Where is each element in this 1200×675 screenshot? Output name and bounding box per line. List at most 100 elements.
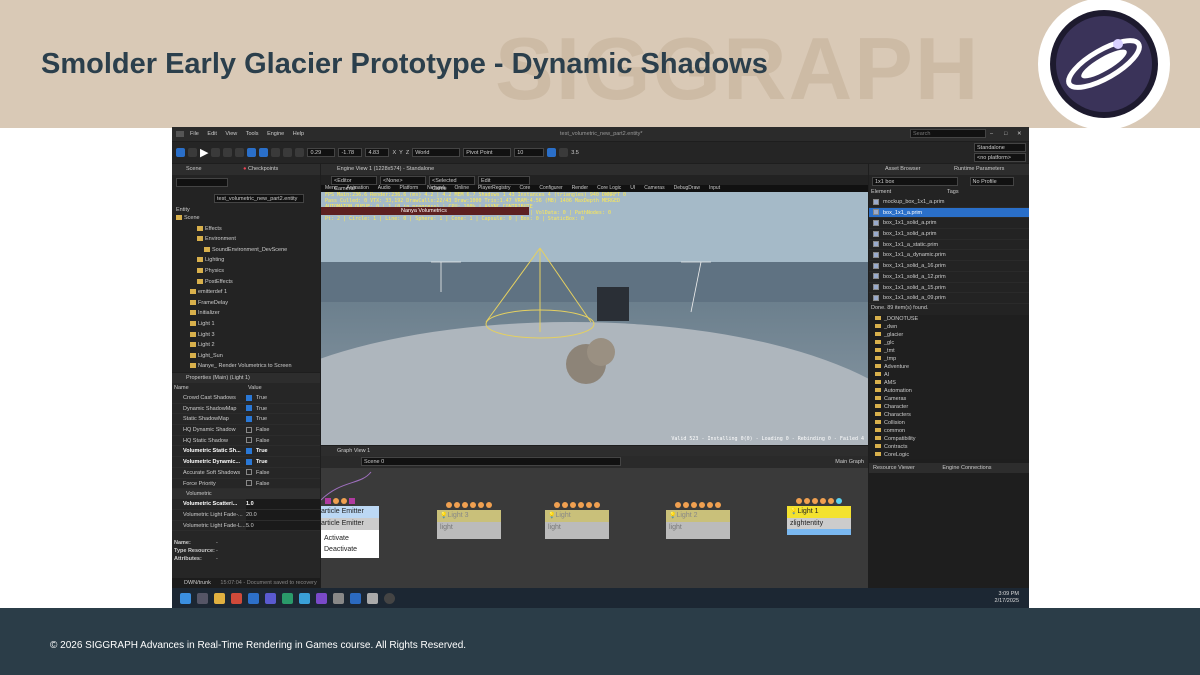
folder-item[interactable]: _glacier	[869, 331, 1029, 339]
tree-item[interactable]: Scene	[172, 213, 320, 224]
asset-item[interactable]: box_1x1_solid_a.prim	[869, 218, 1029, 230]
visual-studio-icon[interactable]	[316, 593, 327, 604]
property-value[interactable]: True	[246, 457, 320, 467]
folder-item[interactable]: AMS	[869, 379, 1029, 387]
debug-menu-item[interactable]: DebugDraw	[674, 185, 700, 191]
folder-item[interactable]: Adventure	[869, 363, 1029, 371]
tree-item[interactable]: PostEffects	[172, 277, 320, 288]
menu-engine[interactable]: Engine	[267, 131, 284, 137]
asset-item[interactable]: box_1x1_solid_a.prim	[869, 229, 1029, 240]
refresh-icon[interactable]	[235, 148, 245, 157]
step-icon[interactable]	[223, 148, 233, 157]
menu-file[interactable]: File	[190, 131, 199, 137]
editor-app-icon[interactable]	[367, 593, 378, 604]
debug-menu-item[interactable]: Core Logic	[597, 185, 621, 191]
asset-item[interactable]: box_1x1_a_static.prim	[869, 240, 1029, 251]
debug-menu-item[interactable]: Menu	[325, 185, 338, 191]
menu-view[interactable]: View	[225, 131, 237, 137]
entity-file-select[interactable]: test_volumetric_new_part2.entity	[214, 194, 304, 203]
folder-item[interactable]: _glc	[869, 339, 1029, 347]
folder-item[interactable]: _dwn	[869, 323, 1029, 331]
pivot-select[interactable]: Pivot Point	[463, 148, 512, 157]
scene-render[interactable]: FPS Main:236.6 Render:236.6 (ms) 4.2 | 4…	[321, 192, 868, 445]
graph-breadcrumb[interactable]: Scene 0	[361, 457, 621, 466]
property-value[interactable]: True	[246, 393, 320, 403]
outlook-icon[interactable]	[248, 593, 259, 604]
maximize-icon[interactable]: □	[1004, 127, 1007, 141]
tab-asset-browser[interactable]: Asset Browser	[885, 166, 920, 172]
debug-menu-item[interactable]: Network	[427, 185, 445, 191]
search-icon[interactable]	[197, 593, 208, 604]
folder-item[interactable]: _DONOTUSE	[869, 315, 1029, 323]
folder-item[interactable]: Characters	[869, 411, 1029, 419]
property-value[interactable]: True	[246, 414, 320, 424]
menu-edit[interactable]: Edit	[207, 131, 216, 137]
checkbox-icon[interactable]	[246, 480, 252, 487]
property-value[interactable]: False	[246, 479, 320, 489]
profile-select[interactable]: No Profile	[969, 177, 1014, 186]
select-icon[interactable]	[247, 148, 257, 157]
light-node[interactable]: 💡Light 1 zlightentity	[787, 498, 851, 535]
chrome-icon[interactable]	[231, 593, 242, 604]
tree-item[interactable]: Light 1	[172, 319, 320, 330]
camera-icon[interactable]	[559, 148, 569, 157]
debug-menu-item[interactable]: Online	[455, 185, 469, 191]
pos-y-field[interactable]: -1.78	[338, 148, 363, 157]
tree-item[interactable]: Environment	[172, 234, 320, 245]
debug-menu-item[interactable]: PlayerRegistry	[478, 185, 511, 191]
debug-menu-item[interactable]: Audio	[378, 185, 391, 191]
deactivate-port[interactable]: Deactivate	[324, 544, 376, 555]
tree-item[interactable]: Light_Sun	[172, 351, 320, 362]
debug-menu-item[interactable]: UI	[630, 185, 635, 191]
property-value[interactable]: True	[246, 446, 320, 456]
platform-select-2[interactable]: <no platform>	[974, 153, 1026, 162]
play-icon[interactable]: ▶	[200, 146, 208, 159]
checkbox-icon[interactable]	[246, 437, 252, 444]
space-select[interactable]: World	[412, 148, 461, 157]
axis-z[interactable]: Z	[406, 150, 409, 156]
property-value[interactable]: False	[246, 425, 320, 435]
tab-scene[interactable]: Scene	[186, 166, 202, 172]
debug-menu-item[interactable]: Platform	[400, 185, 419, 191]
notepad-icon[interactable]	[333, 593, 344, 604]
folder-item[interactable]: _tmp	[869, 355, 1029, 363]
checkbox-icon[interactable]	[246, 405, 252, 412]
scene-filter-input[interactable]	[176, 178, 228, 187]
tab-engine-connections[interactable]: Engine Connections	[942, 465, 991, 471]
folder-item[interactable]: CoreLogic	[869, 451, 1029, 459]
menu-tools[interactable]: Tools	[246, 131, 259, 137]
grid-icon[interactable]	[547, 148, 557, 157]
pos-z-field[interactable]: 4.83	[365, 148, 390, 157]
property-value-field[interactable]: 5.0	[246, 520, 320, 531]
pos-x-field[interactable]: 0.29	[307, 148, 336, 157]
rotate-icon[interactable]	[271, 148, 281, 157]
light-node[interactable]: 💡Light 3 light	[437, 502, 501, 539]
light-node[interactable]: 💡Light 2 light	[666, 502, 730, 539]
platform-select[interactable]: Standalone	[974, 143, 1026, 152]
tree-item[interactable]: emitterdef 1	[172, 287, 320, 298]
debug-menu-item[interactable]: Input	[709, 185, 720, 191]
close-icon[interactable]: ✕	[1017, 127, 1022, 141]
section-volumetric[interactable]: Volumetric	[172, 489, 320, 500]
asset-item[interactable]: box_1x1_solid_a_12.prim	[869, 272, 1029, 283]
folder-item[interactable]: Contracts	[869, 443, 1029, 451]
app-icon-blue[interactable]	[299, 593, 310, 604]
word-icon[interactable]	[350, 593, 361, 604]
checkbox-icon[interactable]	[246, 394, 252, 401]
checkbox-icon[interactable]	[246, 469, 252, 476]
minimize-icon[interactable]: –	[990, 127, 993, 141]
scale-icon[interactable]	[283, 148, 293, 157]
property-value[interactable]: True	[246, 404, 320, 414]
tree-item[interactable]: FrameDelay	[172, 298, 320, 309]
property-value-field[interactable]: 20.0	[246, 509, 320, 520]
debug-menu-item[interactable]: Render	[572, 185, 588, 191]
property-value-field[interactable]: 1.0	[246, 499, 320, 509]
property-value[interactable]: False	[246, 468, 320, 478]
clock-app-icon[interactable]	[384, 593, 395, 604]
folder-item[interactable]: Collision	[869, 419, 1029, 427]
folder-item[interactable]: common	[869, 427, 1029, 435]
volumetrics-popup[interactable]: Nanya Volumetrics	[321, 207, 529, 215]
move-icon[interactable]	[259, 148, 269, 157]
axis-y[interactable]: Y	[399, 150, 403, 156]
asset-filter-input[interactable]: 1x1 box	[872, 177, 958, 186]
